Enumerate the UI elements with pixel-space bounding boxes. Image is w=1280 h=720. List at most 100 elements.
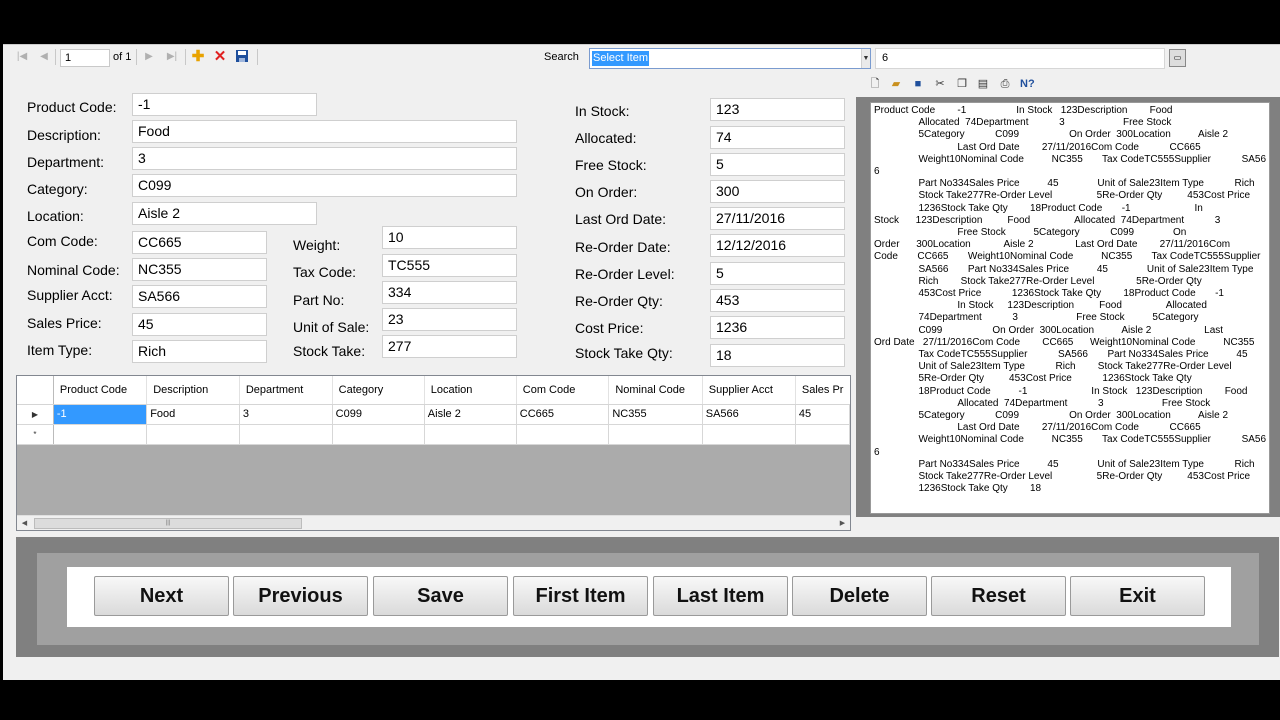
move-first-icon[interactable]: |◀: [15, 50, 29, 64]
delete-icon[interactable]: ✕: [213, 49, 227, 64]
table-cell[interactable]: [53, 424, 148, 445]
cut-icon[interactable]: ✂: [933, 77, 947, 91]
data-grid[interactable]: Product Code Description Department Cate…: [16, 375, 851, 531]
scrollbar-thumb[interactable]: |||: [34, 518, 302, 529]
department-field[interactable]: 3: [132, 147, 517, 170]
allocated-label: Allocated:: [575, 130, 637, 146]
search-go-icon[interactable]: ▭: [1169, 49, 1186, 67]
reorder-level-field[interactable]: 5: [710, 262, 845, 285]
cost-price-label: Cost Price:: [575, 320, 644, 336]
reset-button[interactable]: Reset: [931, 576, 1066, 616]
next-button[interactable]: Next: [94, 576, 229, 616]
table-cell[interactable]: [332, 424, 425, 445]
stock-take-field[interactable]: 277: [382, 335, 517, 358]
column-header[interactable]: Category: [332, 376, 425, 405]
table-cell[interactable]: [424, 424, 517, 445]
report-toolbar: 🗋 ▰ ■ ✂ ❐ ▤ ⎙ N?: [856, 73, 1280, 97]
last-ord-date-field[interactable]: 27/11/2016: [710, 207, 845, 230]
horizontal-scrollbar[interactable]: ◀ ||| ▶: [17, 515, 850, 530]
current-row-icon[interactable]: ▶: [17, 404, 54, 425]
table-cell[interactable]: [795, 424, 850, 445]
part-no-field[interactable]: 334: [382, 281, 517, 304]
location-field[interactable]: Aisle 2: [132, 202, 317, 225]
category-field[interactable]: C099: [132, 174, 517, 197]
chevron-down-icon[interactable]: ▼: [861, 49, 870, 68]
cost-price-field[interactable]: 1236: [710, 316, 845, 339]
allocated-field[interactable]: 74: [710, 126, 845, 149]
save-icon[interactable]: [235, 50, 249, 64]
scroll-left-icon[interactable]: ◀: [17, 516, 32, 530]
new-row[interactable]: *: [17, 424, 850, 445]
table-cell[interactable]: [702, 424, 796, 445]
column-header[interactable]: Com Code: [516, 376, 610, 405]
exit-button[interactable]: Exit: [1070, 576, 1205, 616]
category-label: Category:: [27, 181, 88, 197]
position-input[interactable]: 1: [60, 49, 110, 67]
nominal-code-field[interactable]: NC355: [132, 258, 267, 281]
move-previous-icon[interactable]: ◀: [37, 50, 51, 64]
first-item-button[interactable]: First Item: [513, 576, 648, 616]
add-new-icon[interactable]: ✚: [191, 49, 205, 64]
weight-field[interactable]: 10: [382, 226, 517, 249]
previous-button[interactable]: Previous: [233, 576, 368, 616]
unit-of-sale-label: Unit of Sale:: [293, 319, 370, 335]
description-label: Description:: [27, 127, 101, 143]
tax-code-field[interactable]: TC555: [382, 254, 517, 277]
item-type-field[interactable]: Rich: [132, 340, 267, 363]
column-header[interactable]: Location: [424, 376, 517, 405]
in-stock-field[interactable]: 123: [710, 98, 845, 121]
column-header[interactable]: Supplier Acct: [702, 376, 796, 405]
separator: [55, 49, 56, 65]
column-header[interactable]: Product Code: [53, 376, 148, 405]
com-code-field[interactable]: CC665: [132, 231, 267, 254]
save-icon[interactable]: ■: [911, 77, 925, 91]
column-header[interactable]: Sales Pr: [795, 376, 850, 405]
supplier-acct-field[interactable]: SA566: [132, 285, 267, 308]
print-icon[interactable]: ⎙: [998, 77, 1012, 91]
copy-icon[interactable]: ❐: [955, 77, 969, 91]
table-cell[interactable]: SA566: [702, 404, 796, 425]
table-cell[interactable]: -1: [53, 404, 148, 425]
save-button[interactable]: Save: [373, 576, 508, 616]
open-icon[interactable]: ▰: [889, 77, 903, 91]
table-cell[interactable]: 3: [239, 404, 333, 425]
reorder-date-field[interactable]: 12/12/2016: [710, 234, 845, 257]
scroll-right-icon[interactable]: ▶: [835, 516, 850, 530]
item-type-label: Item Type:: [27, 342, 93, 358]
report-page[interactable]: Product Code -1 In Stock 123Description …: [870, 102, 1270, 514]
search-input[interactable]: 6: [875, 48, 1165, 69]
new-icon[interactable]: 🗋: [868, 77, 882, 91]
table-row[interactable]: ▶ -1 Food 3 C099 Aisle 2 CC665 NC355 SA5…: [17, 404, 850, 425]
data-grid-table: Product Code Description Department Cate…: [17, 376, 850, 445]
sales-price-field[interactable]: 45: [132, 313, 267, 336]
help-icon[interactable]: N?: [1020, 77, 1035, 91]
last-item-button[interactable]: Last Item: [653, 576, 788, 616]
description-field[interactable]: Food: [132, 120, 517, 143]
unit-of-sale-field[interactable]: 23: [382, 308, 517, 331]
on-order-field[interactable]: 300: [710, 180, 845, 203]
table-cell[interactable]: 45: [795, 404, 850, 425]
table-cell[interactable]: NC355: [608, 404, 703, 425]
move-next-icon[interactable]: ▶: [142, 50, 156, 64]
button-panel-inner: Next Previous Save First Item Last Item …: [37, 553, 1259, 645]
row-header-corner[interactable]: [17, 376, 54, 405]
table-cell[interactable]: Food: [146, 404, 240, 425]
table-cell[interactable]: [608, 424, 703, 445]
table-cell[interactable]: [146, 424, 240, 445]
stock-take-qty-field[interactable]: 18: [710, 344, 845, 367]
delete-button[interactable]: Delete: [792, 576, 927, 616]
paste-icon[interactable]: ▤: [976, 77, 990, 91]
move-last-icon[interactable]: ▶|: [165, 50, 179, 64]
column-header[interactable]: Department: [239, 376, 333, 405]
table-cell[interactable]: CC665: [516, 404, 610, 425]
table-cell[interactable]: [239, 424, 333, 445]
search-combo[interactable]: Select Item ▼: [589, 48, 871, 69]
table-cell[interactable]: C099: [332, 404, 425, 425]
free-stock-field[interactable]: 5: [710, 153, 845, 176]
product-code-field[interactable]: -1: [132, 93, 317, 116]
reorder-qty-field[interactable]: 453: [710, 289, 845, 312]
column-header[interactable]: Nominal Code: [608, 376, 703, 405]
column-header[interactable]: Description: [146, 376, 240, 405]
table-cell[interactable]: Aisle 2: [424, 404, 517, 425]
table-cell[interactable]: [516, 424, 610, 445]
